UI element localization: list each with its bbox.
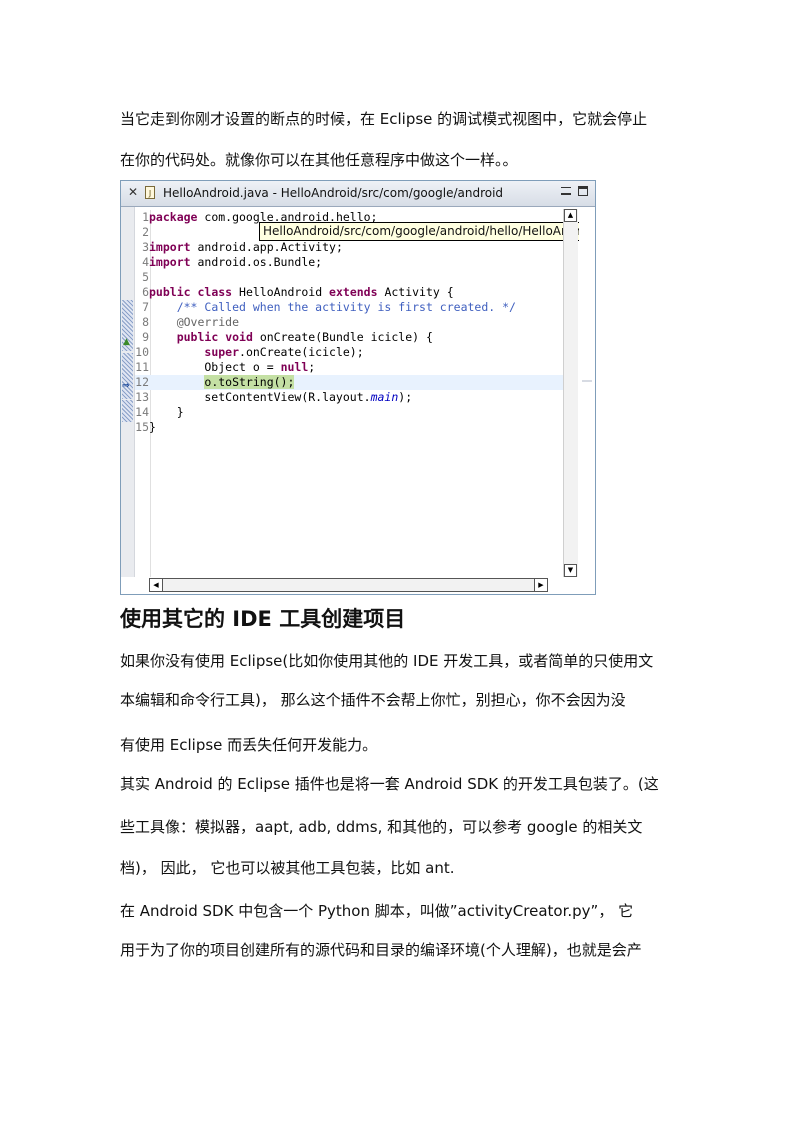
line-number: 1 xyxy=(142,210,149,224)
text-line: 在你的代码处。就像你可以在其他任意程序中做这个一样。。 xyxy=(120,151,518,169)
line-number: 6 xyxy=(142,285,149,299)
paragraph-line: 其实 Android 的 Eclipse 插件也是将一套 Android SDK… xyxy=(120,773,680,794)
paragraph-line: 档)， 因此， 它也可以被其他工具包装，比如 ant. xyxy=(120,857,680,878)
code-line[interactable]: 9 public void onCreate(Bundle icicle) { xyxy=(135,330,563,345)
horizontal-scrollbar[interactable]: ◀ ▶ xyxy=(149,578,548,592)
code-line[interactable]: 7 /** Called when the activity is first … xyxy=(135,300,563,315)
code-text: import android.app.Activity; xyxy=(149,240,343,254)
editor-tab-title: HelloAndroid.java - HelloAndroid/src/com… xyxy=(163,186,504,200)
text-line: 用于为了你的项目创建所有的源代码和目录的编译环境(个人理解)，也就是会产 xyxy=(120,941,642,959)
line-number: 14 xyxy=(135,405,149,419)
line-number: 3 xyxy=(142,240,149,254)
text-line: 如果你没有使用 Eclipse(比如你使用其他的 IDE 开发工具，或者简单的只… xyxy=(120,652,654,670)
paragraph-line: 如果你没有使用 Eclipse(比如你使用其他的 IDE 开发工具，或者简单的只… xyxy=(120,650,680,671)
text-line: 些工具像：模拟器，aapt, adb, ddms, 和其他的，可以参考 goog… xyxy=(120,818,643,836)
paragraph-line: 本编辑和命令行工具)， 那么这个插件不会帮上你忙，别担心，你不会因为没 xyxy=(120,689,680,710)
scroll-down-icon[interactable]: ▼ xyxy=(564,564,577,577)
code-line[interactable]: 13 setContentView(R.layout.main); xyxy=(135,390,563,405)
breakpoint-instruction-pointer-icon[interactable]: ⇒ xyxy=(122,381,130,392)
code-line[interactable]: 4import android.os.Bundle; xyxy=(135,255,563,270)
scroll-left-icon[interactable]: ◀ xyxy=(149,578,163,592)
code-line[interactable]: 6public class HelloAndroid extends Activ… xyxy=(135,285,563,300)
line-number: 2 xyxy=(142,225,149,239)
line-number: 12 xyxy=(135,375,149,389)
close-icon[interactable]: ✕ xyxy=(128,186,139,198)
code-text: Object o = null; xyxy=(149,360,316,374)
line-number: 4 xyxy=(142,255,149,269)
paragraph-line: 在 Android SDK 中包含一个 Python 脚本，叫做”activit… xyxy=(120,900,680,921)
editor-tab[interactable]: ✕ J HelloAndroid.java - HelloAndroid/src… xyxy=(121,181,595,207)
scroll-right-icon[interactable]: ▶ xyxy=(534,578,548,592)
code-text: /** Called when the activity is first cr… xyxy=(176,300,516,314)
code-line[interactable]: 8 @Override xyxy=(135,315,563,330)
code-line[interactable]: 3import android.app.Activity; xyxy=(135,240,563,255)
overview-mark xyxy=(582,380,592,382)
maximize-icon[interactable] xyxy=(578,186,588,196)
override-marker-icon: ▲ xyxy=(123,337,130,347)
line-number: 8 xyxy=(142,315,149,329)
code-text: public void onCreate(Bundle icicle) { xyxy=(176,330,433,344)
scroll-up-icon[interactable]: ▲ xyxy=(564,209,577,222)
line-number: 10 xyxy=(135,345,149,359)
annotation-ruler[interactable]: ▲ ⇒ xyxy=(121,207,135,577)
paragraph-line: 用于为了你的项目创建所有的源代码和目录的编译环境(个人理解)，也就是会产 xyxy=(120,939,680,960)
code-text: } xyxy=(149,405,184,419)
code-line[interactable]: 14 } xyxy=(135,405,563,420)
text-line: 当它走到你刚才设置的断点的时候，在 Eclipse 的调试模式视图中，它就会停止 xyxy=(120,110,648,128)
text-line: 档)， 因此， 它也可以被其他工具包装，比如 ant. xyxy=(120,859,455,877)
intro-paragraph-line-2: 在你的代码处。就像你可以在其他任意程序中做这个一样。。 xyxy=(120,149,680,170)
eclipse-editor-window: ✕ J HelloAndroid.java - HelloAndroid/src… xyxy=(120,180,596,595)
java-file-icon: J xyxy=(145,186,155,199)
path-tooltip: HelloAndroid/src/com/google/android/hell… xyxy=(259,222,595,241)
minimize-icon[interactable] xyxy=(561,187,571,195)
code-text: public class HelloAndroid extends Activi… xyxy=(149,285,454,299)
vertical-scrollbar[interactable]: ▲ ▼ xyxy=(563,209,578,577)
code-text: o.toString(); xyxy=(204,375,295,389)
line-number: 7 xyxy=(142,300,149,314)
text-line: 有使用 Eclipse 而丢失任何开发能力。 xyxy=(120,736,378,754)
line-number: 15 xyxy=(135,420,149,434)
code-line[interactable]: 10 super.onCreate(icicle); xyxy=(135,345,563,360)
text-line: 其实 Android 的 Eclipse 插件也是将一套 Android SDK… xyxy=(120,775,659,793)
code-line[interactable]: 11 Object o = null; xyxy=(135,360,563,375)
paragraph-line: 有使用 Eclipse 而丢失任何开发能力。 xyxy=(120,734,680,755)
overview-ruler[interactable] xyxy=(579,209,595,577)
text-line: 本编辑和命令行工具)， 那么这个插件不会帮上你忙，别担心，你不会因为没 xyxy=(120,691,626,709)
code-text: } xyxy=(149,420,156,434)
code-text: import android.os.Bundle; xyxy=(149,255,323,269)
code-line[interactable]: 12 o.toString(); xyxy=(135,375,563,390)
line-number: 13 xyxy=(135,390,149,404)
paragraph-line: 些工具像：模拟器，aapt, adb, ddms, 和其他的，可以参考 goog… xyxy=(120,816,680,837)
line-number: 11 xyxy=(135,360,149,374)
line-number: 9 xyxy=(142,330,149,344)
code-area[interactable]: 1package com.google.android.hello; 2 3impo… xyxy=(135,210,563,577)
code-line[interactable]: 5 xyxy=(135,270,563,285)
ruler-hatch xyxy=(122,353,133,399)
code-line[interactable]: 15} xyxy=(135,420,563,435)
line-number: 5 xyxy=(142,270,149,284)
code-text: super.onCreate(icicle); xyxy=(204,345,364,359)
code-text: @Override xyxy=(176,315,240,329)
ruler-hatch xyxy=(122,400,133,422)
intro-paragraph: 当它走到你刚才设置的断点的时候，在 Eclipse 的调试模式视图中，它就会停止 xyxy=(120,108,680,129)
section-heading: 使用其它的 IDE 工具创建项目 xyxy=(120,607,406,631)
text-line: 在 Android SDK 中包含一个 Python 脚本，叫做”activit… xyxy=(120,902,634,920)
code-text: setContentView(R.layout.main); xyxy=(149,390,413,404)
